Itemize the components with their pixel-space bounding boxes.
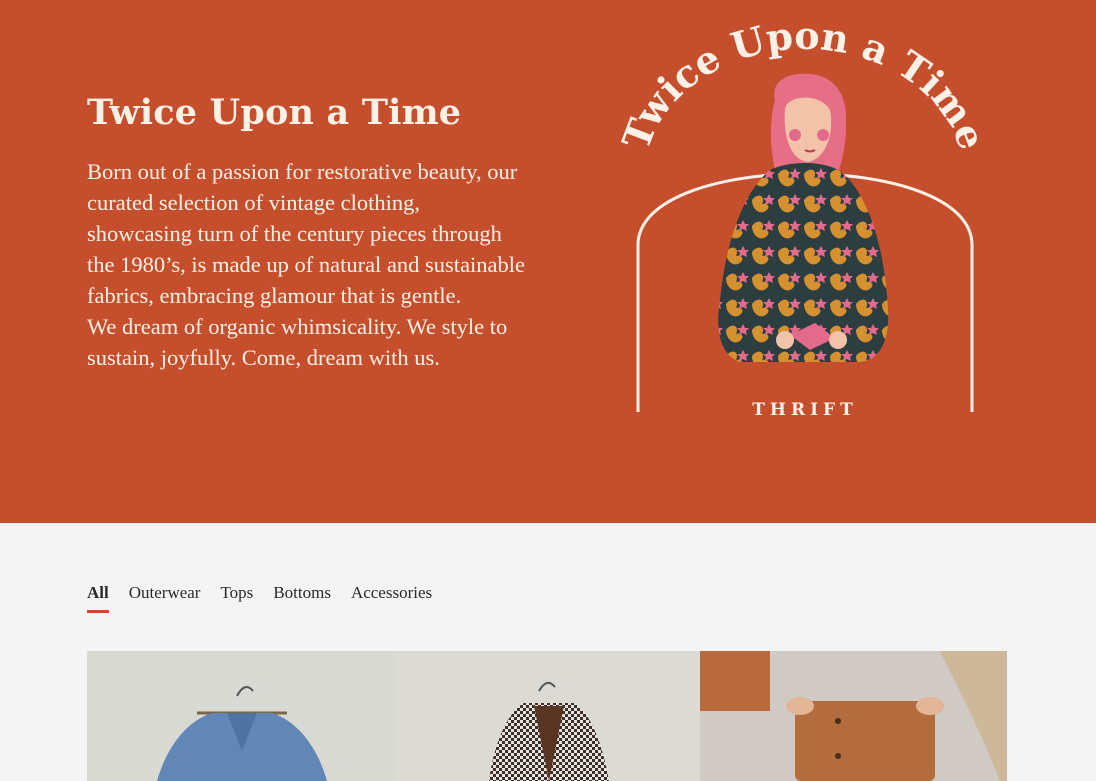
product-card-denim-jacket[interactable] [87, 651, 394, 781]
tab-bottoms[interactable]: Bottoms [273, 583, 331, 613]
logo-subtitle: THRIFT [752, 400, 858, 420]
woman-illustration [718, 73, 889, 362]
brand-logo: Twice Upon a Time THRIFT [620, 13, 990, 420]
product-card-suede-skirt[interactable] [700, 651, 1007, 781]
product-card-houndstooth-coat[interactable] [393, 651, 701, 781]
tab-outerwear[interactable]: Outerwear [129, 583, 201, 613]
hero-description: Born out of a passion for restorative be… [87, 156, 527, 373]
hero-section: Twice Upon a Time Born out of a passion … [0, 0, 1096, 523]
suede-skirt-image [700, 651, 1007, 781]
hero-title: Twice Upon a Time [87, 92, 462, 133]
tab-tops[interactable]: Tops [220, 583, 253, 613]
tab-accessories[interactable]: Accessories [351, 583, 432, 613]
hero-paragraph-2: We dream of organic whimsicality. We sty… [87, 314, 508, 370]
houndstooth-coat-image [393, 651, 701, 781]
product-grid [87, 651, 1007, 781]
hero-paragraph-1: Born out of a passion for restorative be… [87, 159, 526, 308]
tab-all[interactable]: All [87, 583, 109, 613]
category-tabs: All Outerwear Tops Bottoms Accessories [87, 583, 452, 613]
denim-jacket-image [87, 651, 394, 781]
